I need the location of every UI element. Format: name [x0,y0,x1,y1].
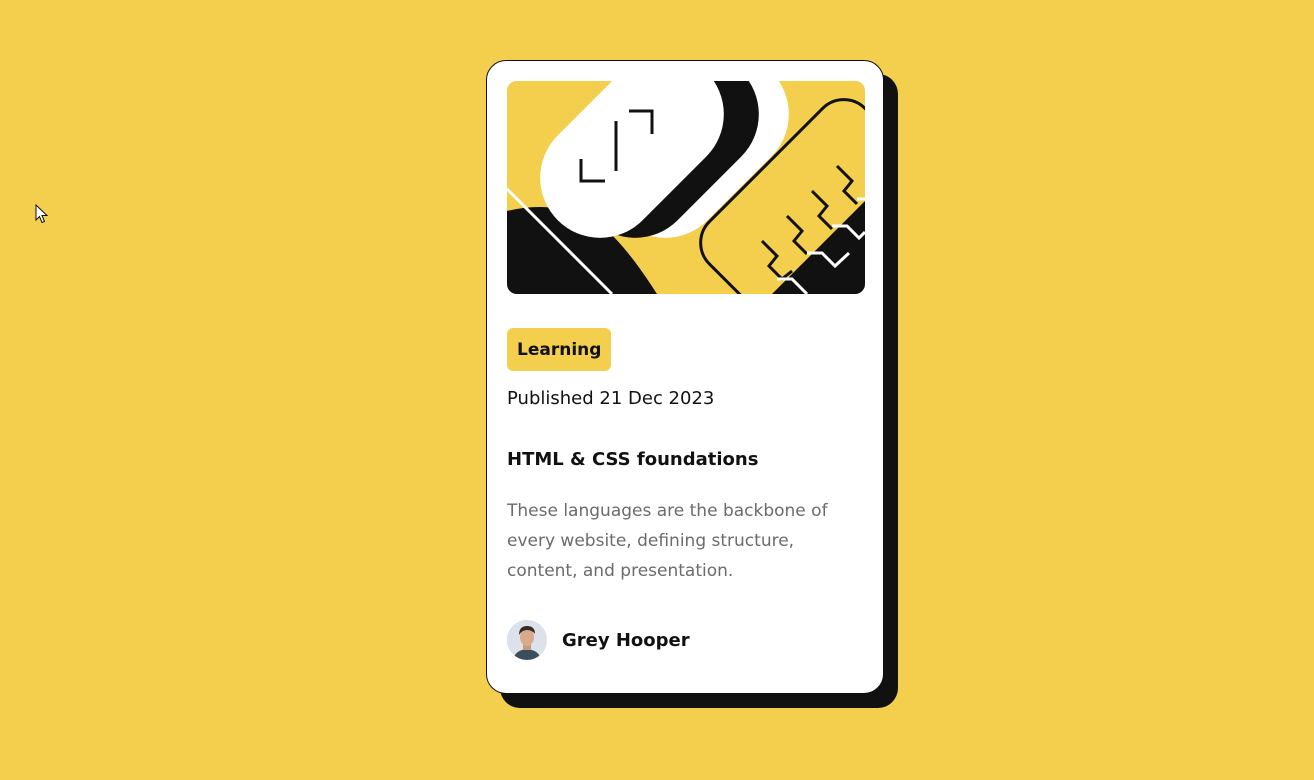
category-tag-label: Learning [517,339,602,360]
avatar-photo-icon [507,620,547,660]
card-description: These languages are the backbone of ever… [507,501,828,581]
abstract-illustration-icon [507,81,865,294]
avatar [507,620,547,660]
card-title[interactable]: HTML & CSS foundations [507,449,758,470]
category-tag: Learning [507,328,612,371]
author-name: Grey Hooper [562,629,690,651]
blog-preview-card: Learning Published 21 Dec 2023 HTML & CS… [486,60,884,694]
published-date: Published 21 Dec 2023 [507,388,715,409]
mouse-pointer-icon [35,204,49,224]
hero-illustration [507,81,865,294]
author: Grey Hooper [507,620,690,660]
